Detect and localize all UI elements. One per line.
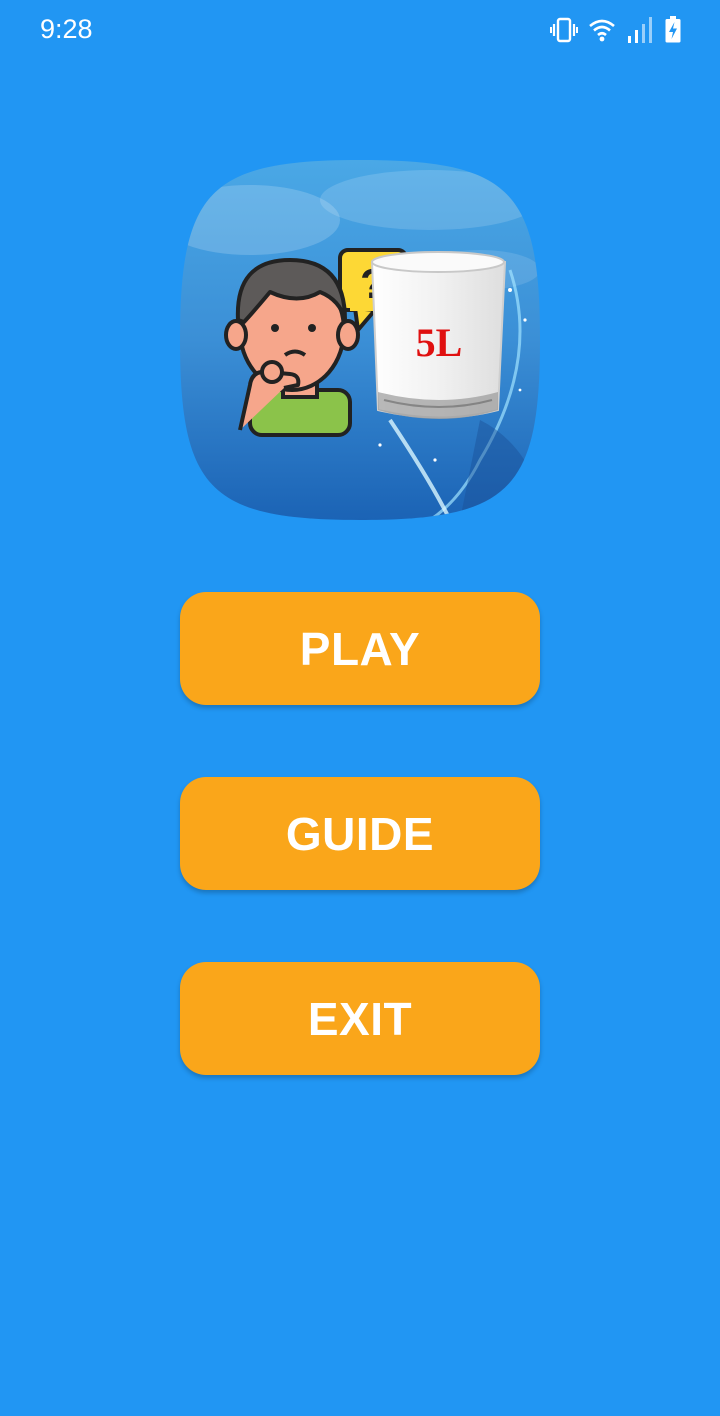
guide-button-label: GUIDE <box>285 807 435 860</box>
vibrate-icon <box>550 16 578 49</box>
signal-icon <box>626 16 654 49</box>
play-button-label: PLAY <box>299 622 421 675</box>
wifi-icon <box>588 17 616 48</box>
status-icons <box>550 16 682 49</box>
status-bar: 9:28 <box>0 0 720 64</box>
exit-button-label: EXIT <box>307 992 413 1045</box>
svg-text:5L: 5L <box>416 320 463 365</box>
thinking-person-icon <box>224 258 360 437</box>
play-button[interactable]: PLAY <box>180 592 540 705</box>
status-time: 9:28 <box>40 14 93 44</box>
guide-button[interactable]: GUIDE <box>180 777 540 890</box>
exit-button[interactable]: EXIT <box>180 962 540 1075</box>
glass-icon: 5L <box>370 251 507 419</box>
battery-charging-icon <box>664 16 682 49</box>
app-logo: ? 5L <box>180 160 540 520</box>
